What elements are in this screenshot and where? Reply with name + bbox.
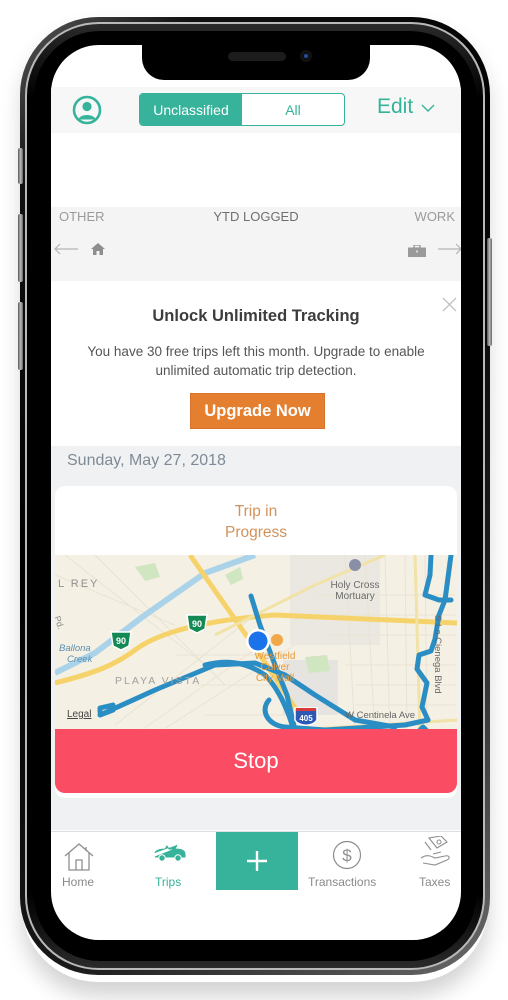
arrow-right-icon[interactable] (437, 243, 461, 255)
route-405-label: 405 (299, 714, 313, 723)
promo-title: Unlock Unlimited Tracking (152, 307, 360, 325)
trip-list: Sunday, May 27, 2018 Trip in Progress 90… (51, 446, 461, 830)
segment-all[interactable]: All (242, 94, 344, 125)
tab-taxes-label: Taxes (419, 875, 451, 889)
trip-status-line-1: Trip in (234, 503, 278, 520)
trip-filter-segmented-control: Unclassified All (139, 93, 345, 126)
route-90-label: 90 (116, 636, 126, 646)
user-circle-icon[interactable] (71, 94, 103, 126)
stop-trip-button[interactable]: Stop (55, 729, 457, 793)
tab-taxes[interactable]: Taxes (411, 832, 461, 890)
segment-unclassified[interactable]: Unclassified (140, 94, 242, 125)
bottom-tab-bar: Home Trips $ Transactions Taxes (51, 831, 461, 891)
trip-status-line-2: Progress (224, 524, 288, 541)
plus-icon (247, 851, 267, 871)
svg-text:$: $ (342, 846, 352, 865)
shopping-pin-icon (271, 634, 283, 646)
ytd-logged-panel: OTHER YTD LOGGED WORK (51, 207, 461, 281)
ytd-title: YTD LOGGED (213, 209, 299, 224)
house-icon (64, 843, 94, 871)
map-legal-link[interactable]: Legal (67, 709, 91, 720)
tab-trips-label: Trips (155, 875, 182, 889)
arrow-left-icon[interactable] (53, 243, 79, 255)
current-location-dot (248, 631, 268, 651)
volume-up-button (18, 214, 23, 282)
phone-notch (142, 45, 370, 80)
park-area (305, 655, 330, 673)
route-90-label: 90 (192, 619, 202, 629)
trip-card[interactable]: Trip in Progress 90 90 405 L REY Ballona… (55, 486, 457, 798)
car-icon (154, 844, 186, 862)
trip-date-header: Sunday, May 27, 2018 (67, 452, 226, 469)
top-header: Unclassified All Edit (51, 87, 461, 133)
chevron-down-icon (421, 104, 435, 112)
earpiece-speaker (228, 52, 286, 61)
home-icon (91, 243, 105, 255)
front-camera (300, 50, 312, 62)
edit-button[interactable]: Edit (377, 95, 435, 119)
map-label-mortuary: Mortuary (335, 591, 374, 602)
map-label-centinela: W Centinela Ave (345, 710, 415, 721)
tab-transactions-label: Transactions (308, 875, 377, 889)
tab-home-label: Home (62, 875, 95, 889)
mute-switch (18, 148, 23, 184)
map-label-mall-2: Culver (261, 662, 291, 673)
add-button[interactable] (216, 832, 298, 890)
tab-home[interactable]: Home (51, 832, 107, 890)
ytd-work-label: WORK (414, 209, 455, 224)
power-button (487, 238, 492, 346)
tab-trips[interactable]: Trips (133, 832, 205, 890)
edit-label: Edit (377, 95, 414, 118)
briefcase-icon (408, 245, 426, 257)
volume-down-button (18, 302, 23, 370)
dollar-circle-icon: $ (332, 840, 362, 870)
route-90-shield: 90 (186, 614, 208, 634)
map-label-mall-3: City Mall (256, 673, 294, 684)
map-label-marina: L REY (58, 578, 99, 590)
upgrade-promo-banner: Unlock Unlimited Tracking You have 30 fr… (51, 281, 461, 446)
trip-map[interactable]: 90 90 405 L REY Ballona Creek PLAYA VIST… (55, 555, 457, 735)
mortuary-pin-icon (349, 559, 361, 571)
map-label-playa-vista: PLAYA VISTA (115, 675, 201, 687)
route-90-shield-2: 90 (110, 631, 132, 651)
map-canvas: 90 90 405 L REY Ballona Creek PLAYA VIST… (55, 555, 457, 735)
upgrade-now-button[interactable]: Upgrade Now (190, 393, 325, 429)
app-screen: Unclassified All Edit OTHER YTD LOGGED W… (51, 45, 461, 940)
hand-money-icon (420, 836, 450, 866)
tab-transactions[interactable]: $ Transactions (306, 832, 388, 890)
map-label-la-cienega: S La Cienega Blvd (432, 615, 443, 694)
promo-text: You have 30 free trips left this month. … (87, 344, 425, 378)
map-label-holy-cross: Holy Cross (331, 580, 380, 591)
trip-status-label: Trip in Progress (55, 501, 457, 543)
route-405-shield: 405 (294, 707, 318, 726)
map-label-creek-2: Creek (67, 654, 94, 665)
map-label-creek: Ballona (59, 643, 91, 654)
